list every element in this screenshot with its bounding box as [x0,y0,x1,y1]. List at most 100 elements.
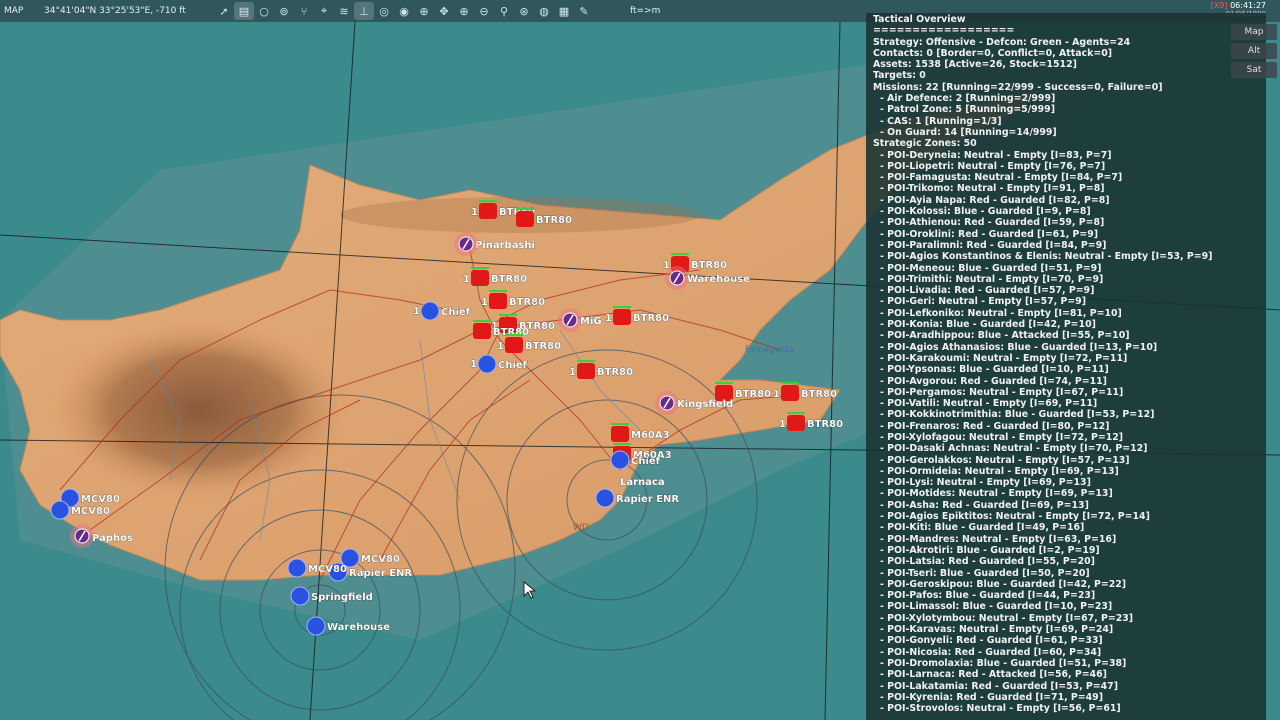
poi-list-item[interactable]: - POI-Kokkinotrimithia: Blue - Guarded [… [866,409,1266,420]
ruler-tool-button[interactable]: ⊥ [354,2,374,20]
layers-tool-button[interactable]: ▤ [234,2,254,20]
move-tool-button[interactable]: ✥ [434,2,454,20]
poi-list-item[interactable]: - POI-Kolossi: Blue - Guarded [I=9, P=8] [866,206,1266,217]
place-famagusta: Famagusta [745,345,794,355]
filter-tool-button[interactable]: ⊛ [514,2,534,20]
circle-icon: ○ [259,4,269,18]
eye-tool-button[interactable]: ◉ [394,2,414,20]
poi-list-item[interactable]: - POI-Limassol: Blue - Guarded [I=10, P=… [866,601,1266,612]
route-tool-button[interactable]: ◎ [374,2,394,20]
poi-list-item[interactable]: - POI-Ayia Napa: Red - Guarded [I=82, P=… [866,195,1266,206]
poi-list-item[interactable]: - POI-Vatili: Neutral - Empty [I=69, P=1… [866,398,1266,409]
ruler-icon: ⊥ [359,4,369,18]
poi-list-item[interactable]: - POI-Nicosia: Red - Guarded [I=60, P=34… [866,647,1266,658]
unit-count: 1 [497,341,504,352]
poi-list-item[interactable]: - POI-Tseri: Blue - Guarded [I=50, P=20] [866,568,1266,579]
tactical-overview-panel[interactable]: Tactical Overview ================== Str… [866,13,1266,720]
branch-tool-button[interactable]: ⑂ [294,2,314,20]
unit-label: BTR80 [536,215,572,226]
zoom-out-icon: ⊖ [479,4,489,18]
map-type-alt-button[interactable]: Alt [1231,43,1277,59]
pointer-tool-button[interactable]: ➚ [214,2,234,20]
blue-unit-icon [306,616,326,636]
wifi-tool-button[interactable]: ≋ [334,2,354,20]
grid-tool-button[interactable]: ▦ [554,2,574,20]
poi-list-item[interactable]: - POI-Ypsonas: Blue - Guarded [I=10, P=1… [866,364,1266,375]
poi-list-item[interactable]: - POI-Ormideia: Neutral - Empty [I=69, P… [866,466,1266,477]
poi-list-item[interactable]: - POI-Lefkoniko: Neutral - Empty [I=81, … [866,308,1266,319]
unit-count: 1 [471,207,478,218]
poi-list-item[interactable]: - POI-Strovolos: Neutral - Empty [I=56, … [866,703,1266,714]
poi-list-item[interactable]: - POI-Lysi: Neutral - Empty [I=69, P=13] [866,477,1266,488]
poi-list-item[interactable]: - POI-Liopetri: Neutral - Empty [I=76, P… [866,161,1266,172]
unit-count: 1 [569,367,576,378]
poi-list-item[interactable]: - POI-Trikomo: Neutral - Empty [I=91, P=… [866,183,1266,194]
contacts-line: Contacts: 0 [Border=0, Conflict=0, Attac… [873,47,1113,59]
poi-list-item[interactable]: - POI-Avgorou: Red - Guarded [I=74, P=11… [866,376,1266,387]
poi-list-item[interactable]: - POI-Xylotymbou: Neutral - Empty [I=67,… [866,613,1266,624]
poi-list-item[interactable]: - POI-Kyrenia: Red - Guarded [I=71, P=49… [866,692,1266,703]
red-unit-icon [781,385,799,401]
poi-list-item[interactable]: - POI-Mandres: Neutral - Empty [I=63, P=… [866,534,1266,545]
poi-list-item[interactable]: - POI-Pafos: Blue - Guarded [I=44, P=23] [866,590,1266,601]
poi-list-item[interactable]: - POI-Latsia: Red - Guarded [I=55, P=20] [866,556,1266,567]
poi-list-item[interactable]: - POI-Trimithi: Neutral - Empty [I=70, P… [866,274,1266,285]
poi-list-item[interactable]: - POI-Aradhippou: Blue - Attacked [I=55,… [866,330,1266,341]
add-tool-button[interactable]: ⊕ [414,2,434,20]
poi-list-item[interactable]: - POI-Gonyeli: Red - Guarded [I=61, P=33… [866,635,1266,646]
unit-label: BTR80 [633,313,669,324]
unit-label: MCV80 [81,494,120,505]
globe-tool-button[interactable]: ◍ [534,2,554,20]
poi-list-item[interactable]: - POI-Xylofagou: Neutral - Empty [I=72, … [866,432,1266,443]
poi-list-item[interactable]: - POI-Livadia: Red - Guarded [I=57, P=9] [866,285,1266,296]
target-tool-button[interactable]: ⌖ [314,2,334,20]
zoom-tool-button[interactable]: ⚲ [494,2,514,20]
zoom-out-tool-button[interactable]: ⊖ [474,2,494,20]
unit-health-bar [781,382,799,384]
poi-list-item[interactable]: - POI-Dromolaxia: Blue - Guarded [I=51, … [866,658,1266,669]
poi-list-item[interactable]: - POI-Kiti: Blue - Guarded [I=49, P=16] [866,522,1266,533]
air-contact-marker[interactable] [454,232,478,256]
missions-line: Missions: 22 [Running=22/999 - Success=0… [873,81,1163,93]
unit-label: Springfield [311,592,373,603]
poi-list-item[interactable]: - POI-Paralimni: Red - Guarded [I=84, P=… [866,240,1266,251]
pointer-icon: ➚ [219,4,229,18]
poi-list-item[interactable]: - POI-Akrotiri: Blue - Guarded [I=2, P=1… [866,545,1266,556]
group-tool-button[interactable]: ⊚ [274,2,294,20]
poi-list-item[interactable]: - POI-Karavas: Neutral - Empty [I=69, P=… [866,624,1266,635]
poi-list-item[interactable]: - POI-Geroskipou: Blue - Guarded [I=42, … [866,579,1266,590]
zoom-in-tool-button[interactable]: ⊕ [454,2,474,20]
poi-list-item[interactable]: - POI-Asha: Red - Guarded [I=69, P=13] [866,500,1266,511]
unit-health-bar [787,412,805,414]
poi-list-item[interactable]: - POI-Famagusta: Neutral - Empty [I=84, … [866,172,1266,183]
poi-list-item[interactable]: - POI-Deryneia: Neutral - Empty [I=83, P… [866,150,1266,161]
poi-list-item[interactable]: - POI-Frenaros: Red - Guarded [I=80, P=1… [866,421,1266,432]
map-type-map-button[interactable]: Map [1231,24,1277,40]
unit-label: BTR80 [597,367,633,378]
poi-list-item[interactable]: - POI-Oroklini: Red - Guarded [I=61, P=9… [866,229,1266,240]
pencil-tool-button[interactable]: ✎ [574,2,594,20]
units-toggle-button[interactable]: ft=>m [630,6,660,16]
poi-list-item[interactable]: - POI-Athienou: Red - Guarded [I=59, P=8… [866,217,1266,228]
poi-list-item[interactable]: - POI-Karakoumi: Neutral - Empty [I=72, … [866,353,1266,364]
poi-list-item[interactable]: - POI-Gerolakkos: Neutral - Empty [I=57,… [866,455,1266,466]
poi-list-item[interactable]: - POI-Lakatamia: Red - Guarded [I=53, P=… [866,681,1266,692]
unit-label: Chief [498,360,528,371]
poi-list-item[interactable]: - POI-Dasaki Achnas: Neutral - Empty [I=… [866,443,1266,454]
unit-label: Chief [631,456,661,467]
poi-list-item[interactable]: - POI-Motides: Neutral - Empty [I=69, P=… [866,488,1266,499]
circle-tool-button[interactable]: ○ [254,2,274,20]
poi-list-item[interactable]: - POI-Agios Athanasios: Blue - Guarded [… [866,342,1266,353]
air-contact-marker[interactable] [70,524,94,548]
map-type-sat-button[interactable]: Sat [1231,62,1277,78]
poi-list-item[interactable]: - POI-Konia: Blue - Guarded [I=42, P=10] [866,319,1266,330]
poi-list-item[interactable]: - POI-Geri: Neutral - Empty [I=57, P=9] [866,296,1266,307]
red-unit-icon [516,211,534,227]
poi-list-item[interactable]: - POI-Agios Epiktitos: Neutral - Empty [… [866,511,1266,522]
poi-list-item[interactable]: - POI-Pergamos: Neutral - Empty [I=67, P… [866,387,1266,398]
air-contact-label: Kingsfield [677,399,733,410]
poi-list-item[interactable]: - POI-Meneou: Blue - Guarded [I=51, P=9] [866,263,1266,274]
assets-line: Assets: 1538 [Active=26, Stock=1512] [873,59,1077,71]
poi-list-item[interactable]: - POI-Larnaca: Red - Attacked [I=56, P=4… [866,669,1266,680]
poi-list-item[interactable]: - POI-Agios Konstantinos & Elenis: Neutr… [866,251,1266,262]
